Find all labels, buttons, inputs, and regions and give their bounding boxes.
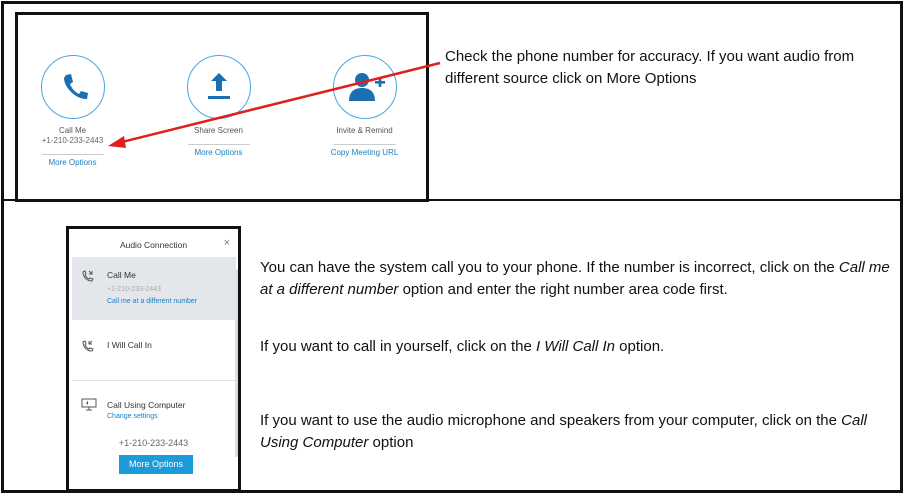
audio-connection-dialog: Audio Connection × Call Me +1-210-233-24… [66, 226, 241, 492]
computer-instruction: If you want to use the audio microphone … [260, 410, 900, 454]
incoming-call-icon [82, 340, 94, 352]
dialog-title: Audio Connection [119, 240, 188, 250]
option-i-will-call-in[interactable]: I Will Call In [72, 320, 236, 380]
option-call-me-number: +1-210-233-2443 [107, 286, 161, 293]
call-in-text-end: option. [615, 338, 665, 355]
option-call-me[interactable]: Call Me +1-210-233-2443 Call me at a dif… [72, 257, 236, 319]
option-call-me-label: Call Me [107, 270, 136, 280]
computer-audio-icon [81, 398, 97, 411]
call-in-emphasis: I Will Call In [535, 338, 616, 355]
option-i-will-call-in-label: I Will Call In [107, 340, 152, 350]
computer-text: If you want to use the audio microphone … [260, 412, 842, 429]
change-settings-link[interactable]: Change settings [107, 413, 158, 420]
callback-phone-icon [82, 270, 94, 282]
call-me-instruction: You can have the system call you to your… [260, 257, 900, 301]
call-different-number-link[interactable]: Call me at a different number [107, 298, 197, 305]
option-call-using-computer-label: Call Using Computer [107, 400, 186, 410]
call-me-text: You can have the system call you to your… [260, 259, 839, 276]
close-icon[interactable]: × [224, 237, 230, 249]
more-options-button[interactable]: More Options [119, 455, 193, 474]
top-instruction: Check the phone number for accuracy. If … [445, 48, 855, 87]
call-in-text: If you want to call in yourself, click o… [260, 338, 536, 355]
call-me-text-end: option and enter the right number area c… [398, 281, 728, 298]
computer-text-end: option [368, 434, 414, 451]
bottom-phone-number: +1-210-233-2443 [118, 438, 189, 448]
call-in-instruction: If you want to call in yourself, click o… [260, 336, 900, 358]
option-call-using-computer[interactable]: Call Using Computer Change settings [72, 381, 236, 433]
